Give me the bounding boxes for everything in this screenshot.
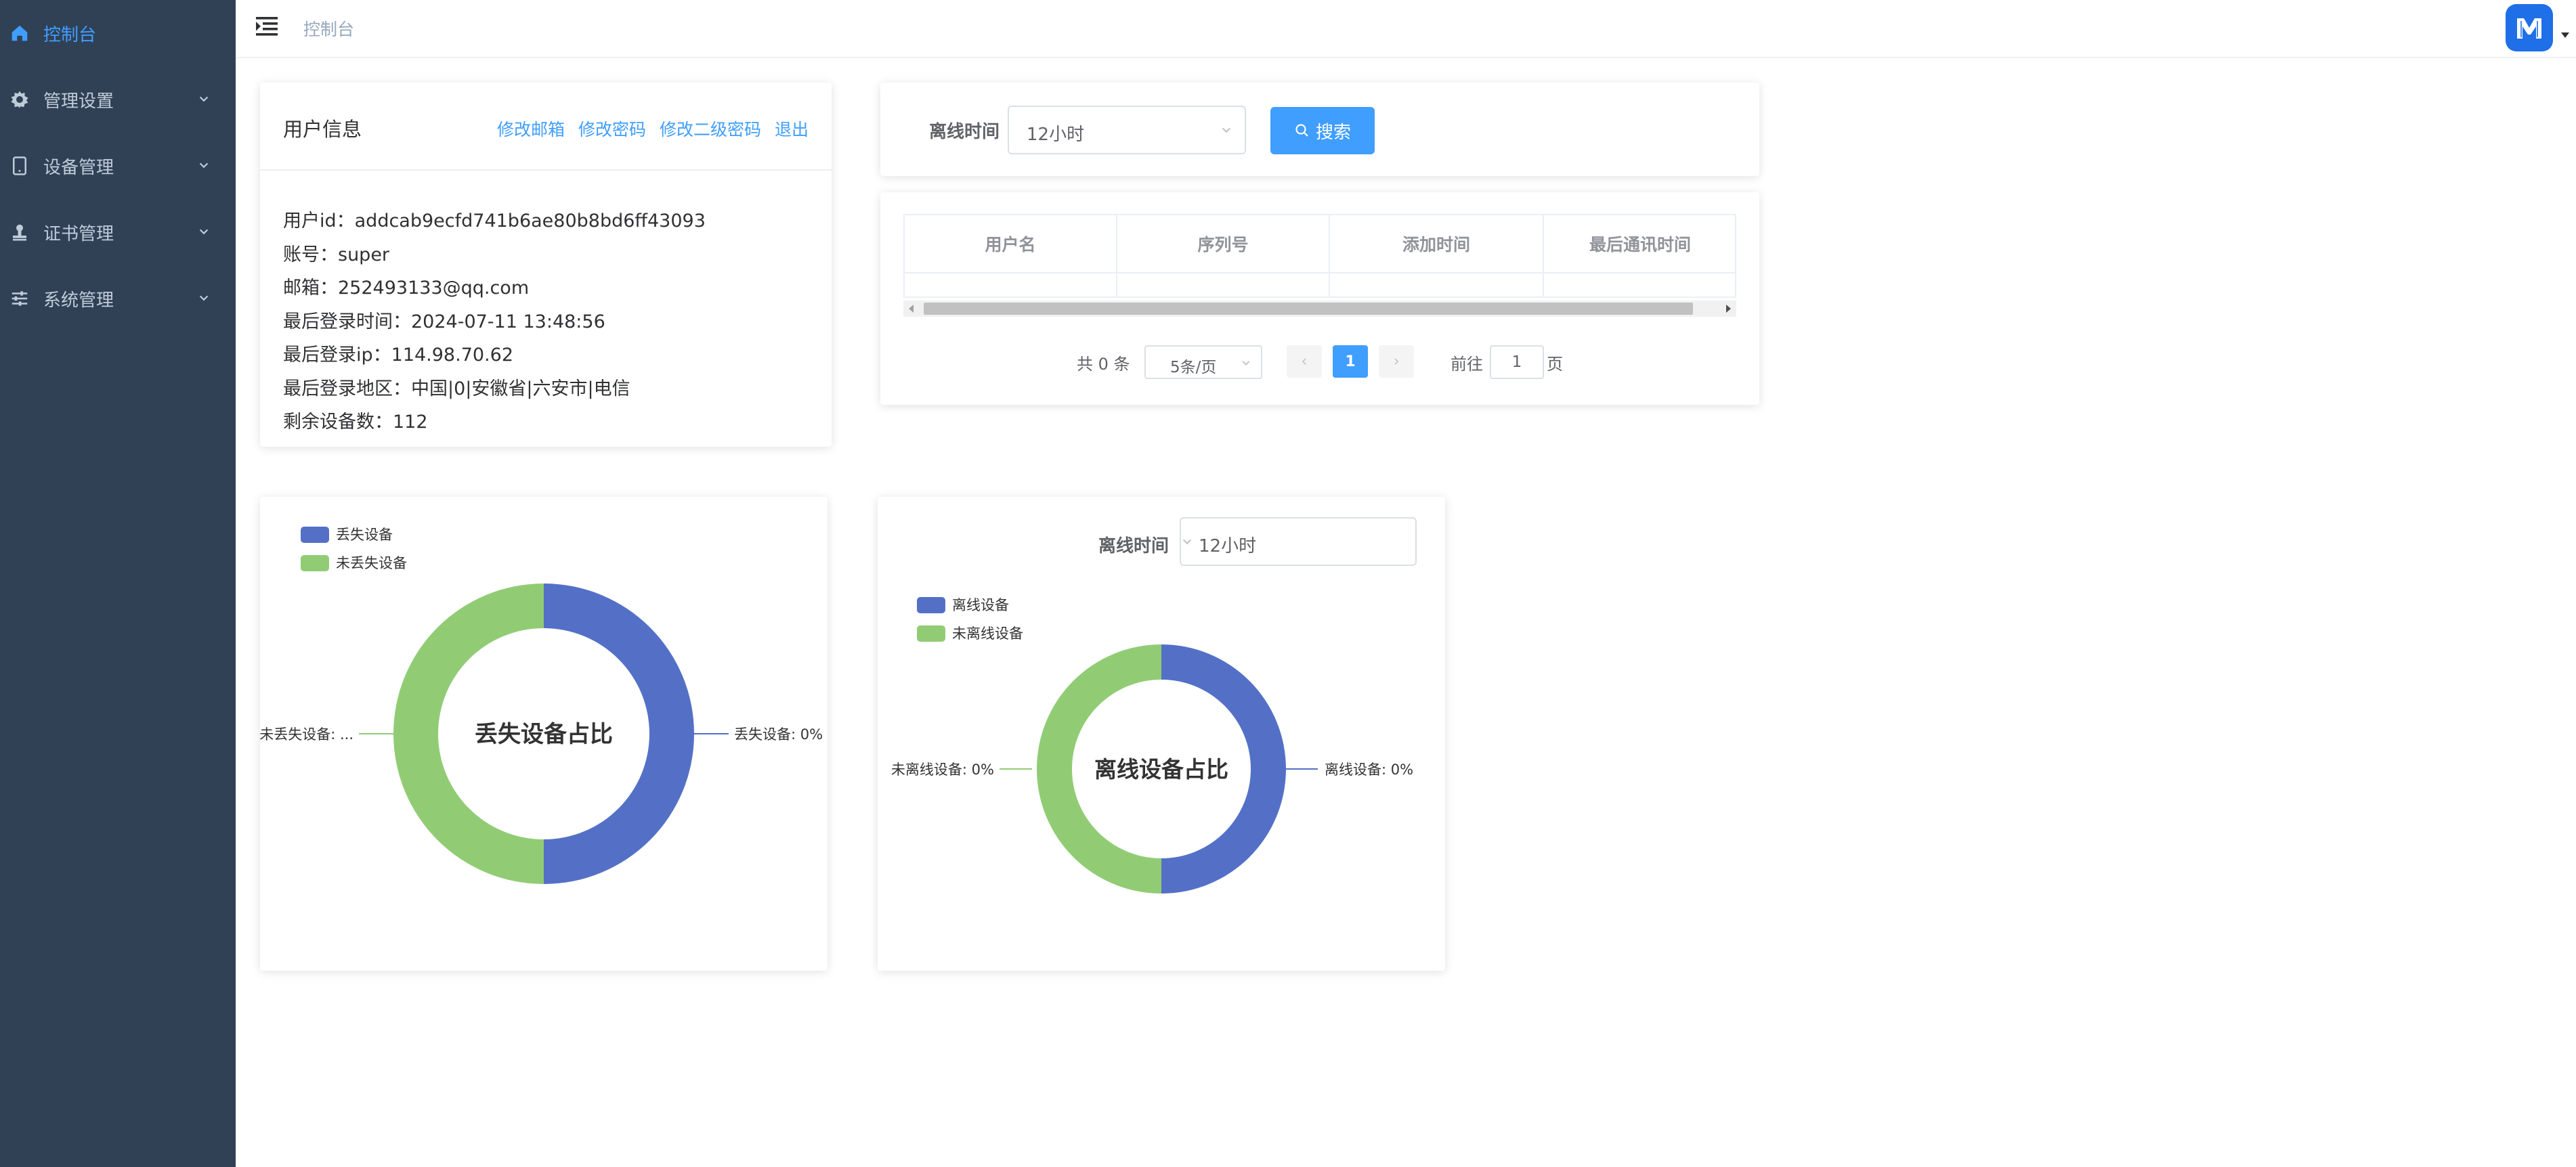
scrollbar-thumb[interactable] xyxy=(924,303,1693,315)
column-header-serial[interactable]: 序列号 xyxy=(1117,215,1330,272)
chevron-right-icon xyxy=(1394,358,1399,365)
breadcrumb[interactable]: 控制台 xyxy=(303,16,354,41)
legend-swatch-lost[interactable] xyxy=(301,527,329,543)
goto-prefix: 前往 xyxy=(1451,355,1483,374)
caret-down-icon[interactable] xyxy=(2561,32,2569,38)
legend-swatch-online[interactable] xyxy=(917,625,945,642)
page-size-select[interactable]: 5条/页 xyxy=(1144,345,1262,379)
goto-page-input[interactable]: 1 xyxy=(1490,345,1544,379)
last-login-ip: 最后登录ip：114.98.70.62 xyxy=(283,345,513,366)
horizontal-scrollbar[interactable] xyxy=(903,301,1736,317)
sidebar-item-label: 证书管理 xyxy=(43,223,114,244)
lost-devices-chart-card: 丢失设备 未丢失设备 丢失设备: 0% 未丢失设备: ... 丢失设备占比 xyxy=(260,497,828,971)
offline-time-label: 离线时间 xyxy=(1098,536,1169,556)
logout-link[interactable]: 退出 xyxy=(775,116,809,141)
sidebar: 控制台 管理设置 设备管理 证书管理 系统管理 xyxy=(0,0,236,1167)
scroll-left-arrow-icon[interactable] xyxy=(909,305,914,313)
chevron-down-icon xyxy=(199,295,209,301)
search-icon xyxy=(1295,124,1308,137)
stamp-icon xyxy=(9,222,30,242)
legend-label-not-lost[interactable]: 未丢失设备 xyxy=(336,555,407,571)
offline-devices-chart: 离线设备 未离线设备 离线设备: 0% 未离线设备: 0% 离线设备占比 xyxy=(891,597,1413,894)
column-divider xyxy=(1116,273,1117,296)
chevron-down-icon xyxy=(199,229,209,235)
search-card: 离线时间 12小时 搜索 xyxy=(880,83,1759,176)
app-logo[interactable] xyxy=(2506,4,2553,51)
prev-page-button[interactable] xyxy=(1287,345,1322,378)
sidebar-item-label: 控制台 xyxy=(43,24,97,45)
remaining-devices: 剩余设备数：112 xyxy=(283,412,428,433)
chevron-down-icon xyxy=(199,162,209,169)
search-button-label: 搜索 xyxy=(1315,122,1351,143)
chevron-down-icon xyxy=(1222,127,1231,133)
page-number-button[interactable]: 1 xyxy=(1333,345,1368,378)
lost-devices-chart: 丢失设备 未丢失设备 丢失设备: 0% 未丢失设备: ... 丢失设备占比 xyxy=(260,527,823,884)
tablet-icon xyxy=(9,156,30,176)
sidebar-item-system-management[interactable]: 系统管理 xyxy=(0,265,236,332)
account-links: 修改邮箱 修改密码 修改二级密码 退出 xyxy=(497,116,809,141)
goto-suffix: 页 xyxy=(1547,355,1563,374)
column-divider xyxy=(1543,273,1544,296)
column-header-last-comm-time[interactable]: 最后通讯时间 xyxy=(1544,215,1736,272)
offline-time-select[interactable]: 12小时 xyxy=(1008,106,1246,154)
chart-offline-time-select[interactable]: 12小时 xyxy=(1180,517,1417,566)
gear-icon xyxy=(9,89,30,110)
next-page-button[interactable] xyxy=(1379,345,1414,378)
user-info-card: 用户信息 修改邮箱 修改密码 修改二级密码 退出 用户id：addcab9ecf… xyxy=(260,83,832,447)
last-login-region: 最后登录地区：中国|0|安徽省|六安市|电信 xyxy=(283,378,630,399)
card-title: 用户信息 xyxy=(283,118,362,141)
legend-label-online[interactable]: 未离线设备 xyxy=(952,625,1023,642)
chart-legend: 离线设备 未离线设备 xyxy=(917,597,1023,642)
slice-label-not-lost: 未丢失设备: ... xyxy=(260,726,353,743)
slice-label-lost: 丢失设备: 0% xyxy=(734,726,823,743)
legend-label-lost[interactable]: 丢失设备 xyxy=(336,527,393,543)
sidebar-item-management-settings[interactable]: 管理设置 xyxy=(0,66,236,133)
change-password-link[interactable]: 修改密码 xyxy=(578,116,646,141)
legend-swatch-not-lost[interactable] xyxy=(301,555,329,571)
menu-fold-icon[interactable] xyxy=(256,16,278,37)
change-secondary-password-link[interactable]: 修改二级密码 xyxy=(660,116,761,141)
select-value: 12小时 xyxy=(1199,536,1257,556)
chart-center-title: 离线设备占比 xyxy=(1094,756,1228,783)
search-button[interactable]: 搜索 xyxy=(1270,107,1375,154)
top-navbar: 控制台 xyxy=(236,0,2576,58)
chart-center-title: 丢失设备占比 xyxy=(475,721,613,748)
offline-time-label: 离线时间 xyxy=(929,122,1000,142)
sidebar-item-label: 管理设置 xyxy=(43,91,114,112)
slice-label-online: 未离线设备: 0% xyxy=(891,762,994,778)
email: 邮箱：252493133@qq.com xyxy=(283,278,530,299)
chart-legend: 丢失设备 未丢失设备 xyxy=(301,527,407,571)
legend-swatch-offline[interactable] xyxy=(917,597,945,613)
select-value: 12小时 xyxy=(1027,125,1085,145)
column-divider xyxy=(1329,273,1330,296)
device-table-card: 用户名 序列号 添加时间 最后通讯时间 共 0 条 5条/页 1 前往 1 页 xyxy=(880,192,1759,405)
slice-label-offline: 离线设备: 0% xyxy=(1325,762,1413,778)
pagination-total: 共 0 条 xyxy=(1077,355,1130,374)
page-size-value: 5条/页 xyxy=(1170,359,1217,376)
legend-label-offline[interactable]: 离线设备 xyxy=(952,597,1009,613)
last-login-time: 最后登录时间：2024-07-11 13:48:56 xyxy=(283,311,605,332)
sidebar-item-dashboard[interactable]: 控制台 xyxy=(0,0,236,66)
header-divider xyxy=(905,272,1735,273)
sidebar-item-label: 设备管理 xyxy=(43,157,114,178)
sliders-icon xyxy=(9,288,30,309)
scroll-right-arrow-icon[interactable] xyxy=(1726,305,1731,313)
chevron-down-icon xyxy=(1242,361,1250,366)
sidebar-item-device-management[interactable]: 设备管理 xyxy=(0,133,236,199)
account-name: 账号：super xyxy=(283,244,390,265)
change-email-link[interactable]: 修改邮箱 xyxy=(497,116,565,141)
chevron-down-icon xyxy=(199,96,209,102)
column-header-added-time[interactable]: 添加时间 xyxy=(1330,215,1544,272)
chevron-down-icon xyxy=(1182,539,1192,545)
home-icon xyxy=(9,23,30,43)
chevron-left-icon xyxy=(1302,358,1306,365)
card-header: 用户信息 修改邮箱 修改密码 修改二级密码 退出 xyxy=(260,83,832,171)
sidebar-item-label: 系统管理 xyxy=(43,290,114,311)
user-info-list: 用户id：addcab9ecfd741b6ae80b8bd6ff43093 账号… xyxy=(283,204,706,439)
device-table: 用户名 序列号 添加时间 最后通讯时间 xyxy=(903,214,1736,298)
sidebar-item-certificate-management[interactable]: 证书管理 xyxy=(0,199,236,265)
offline-devices-chart-card: 离线设备 未离线设备 离线设备: 0% 未离线设备: 0% 离线设备占比 离线时… xyxy=(878,497,1445,971)
user-id: 用户id：addcab9ecfd741b6ae80b8bd6ff43093 xyxy=(283,211,706,232)
column-header-username[interactable]: 用户名 xyxy=(905,215,1117,272)
